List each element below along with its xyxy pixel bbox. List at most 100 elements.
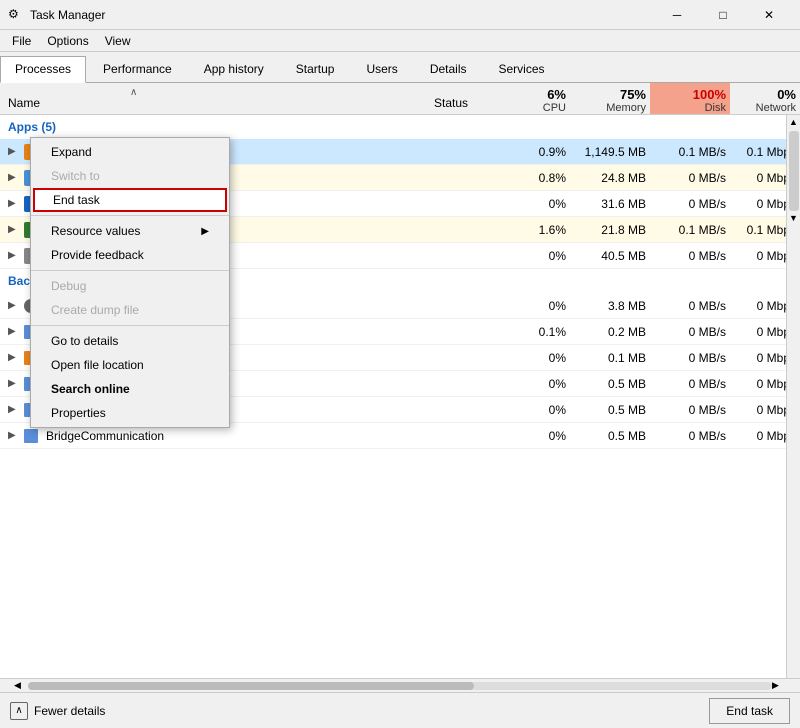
cell-cpu: 0%	[510, 249, 570, 263]
title-bar: ⚙ Task Manager ─ □ ✕	[0, 0, 800, 30]
cell-disk: 0 MB/s	[650, 249, 730, 263]
expand-icon: ▶	[8, 250, 20, 261]
expand-icon: ▶	[8, 146, 20, 157]
ctx-separator	[31, 270, 229, 271]
cell-name: ▶ BridgeCommunication	[0, 429, 430, 443]
cell-disk: 0 MB/s	[650, 403, 730, 417]
cell-cpu: 0%	[510, 403, 570, 417]
vertical-scrollbar[interactable]: ▲ ▼	[786, 115, 800, 678]
ctx-search-online[interactable]: Search online	[31, 377, 229, 401]
cell-memory: 1,149.5 MB	[570, 145, 650, 159]
cell-cpu: 0.8%	[510, 171, 570, 185]
tab-performance[interactable]: Performance	[88, 56, 187, 82]
cell-disk: 0 MB/s	[650, 377, 730, 391]
end-task-button[interactable]: End task	[709, 698, 790, 724]
tab-app-history[interactable]: App history	[189, 56, 279, 82]
cell-disk: 0.1 MB/s	[650, 223, 730, 237]
expand-icon: ▶	[8, 378, 20, 389]
scroll-thumb[interactable]	[789, 131, 799, 211]
ctx-create-dump-file[interactable]: Create dump file	[31, 298, 229, 322]
tab-services[interactable]: Services	[484, 56, 560, 82]
cell-disk: 0 MB/s	[650, 429, 730, 443]
scroll-down-btn[interactable]: ▼	[789, 213, 798, 223]
cell-disk: 0 MB/s	[650, 197, 730, 211]
tab-users[interactable]: Users	[351, 56, 412, 82]
menu-options[interactable]: Options	[39, 32, 96, 50]
col-header-network[interactable]: 0% Network	[730, 83, 800, 114]
sort-arrow: ∧	[130, 87, 137, 98]
bottom-bar: ∧ Fewer details End task	[0, 692, 800, 728]
cell-cpu: 0.1%	[510, 325, 570, 339]
menu-file[interactable]: File	[4, 32, 39, 50]
expand-icon: ▶	[8, 224, 20, 235]
hscroll-thumb[interactable]	[28, 682, 474, 690]
col-header-cpu[interactable]: 6% CPU	[510, 83, 570, 114]
expand-icon: ▶	[8, 430, 20, 441]
tab-startup[interactable]: Startup	[281, 56, 350, 82]
col-header-disk[interactable]: 100% Disk	[650, 83, 730, 114]
col-header-status[interactable]: Status	[430, 83, 510, 114]
fewer-details-button[interactable]: ∧ Fewer details	[10, 702, 105, 720]
cell-cpu: 0.9%	[510, 145, 570, 159]
ctx-provide-feedback[interactable]: Provide feedback	[31, 243, 229, 267]
cell-cpu: 0%	[510, 429, 570, 443]
ctx-properties[interactable]: Properties	[31, 401, 229, 425]
ctx-go-to-details[interactable]: Go to details	[31, 329, 229, 353]
cell-disk: 0 MB/s	[650, 171, 730, 185]
cell-memory: 0.5 MB	[570, 429, 650, 443]
cell-memory: 31.6 MB	[570, 197, 650, 211]
cell-cpu: 1.6%	[510, 223, 570, 237]
cell-cpu: 0%	[510, 351, 570, 365]
submenu-arrow-icon: ▶	[201, 226, 209, 237]
col-header-name[interactable]: Name	[0, 83, 430, 114]
cell-memory: 21.8 MB	[570, 223, 650, 237]
horizontal-scrollbar[interactable]: ◀ ▶	[0, 678, 800, 692]
ctx-debug[interactable]: Debug	[31, 274, 229, 298]
cell-memory: 0.5 MB	[570, 403, 650, 417]
context-menu: Expand Switch to End task Resource value…	[30, 137, 230, 428]
close-button[interactable]: ✕	[746, 0, 792, 30]
expand-icon: ▶	[8, 172, 20, 183]
cell-disk: 0 MB/s	[650, 325, 730, 339]
expand-icon: ▶	[8, 326, 20, 337]
cell-cpu: 0%	[510, 197, 570, 211]
menu-view[interactable]: View	[97, 32, 139, 50]
apps-section-header: Apps (5)	[0, 115, 800, 139]
table-body: Apps (5) ▶ C 0.9% 1,149.5 MB 0.1 MB/s 0.…	[0, 115, 800, 678]
expand-icon: ▶	[8, 198, 20, 209]
window-title: Task Manager	[30, 8, 654, 22]
scroll-up-btn[interactable]: ▲	[789, 117, 798, 127]
hscroll-left-btn[interactable]: ◀	[14, 680, 28, 691]
cell-memory: 3.8 MB	[570, 299, 650, 313]
expand-icon: ▶	[8, 404, 20, 415]
ctx-expand[interactable]: Expand	[31, 140, 229, 164]
tab-bar: Processes Performance App history Startu…	[0, 52, 800, 83]
col-header-memory[interactable]: 75% Memory	[570, 83, 650, 114]
cell-memory: 24.8 MB	[570, 171, 650, 185]
app-icon	[24, 429, 38, 443]
tab-details[interactable]: Details	[415, 56, 482, 82]
cell-cpu: 0%	[510, 377, 570, 391]
cell-disk: 0 MB/s	[650, 351, 730, 365]
fewer-details-icon: ∧	[10, 702, 28, 720]
tab-processes[interactable]: Processes	[0, 56, 86, 83]
menu-bar: File Options View	[0, 30, 800, 52]
expand-icon: ▶	[8, 352, 20, 363]
cell-memory: 0.5 MB	[570, 377, 650, 391]
maximize-button[interactable]: □	[700, 0, 746, 30]
column-headers: ∧ Name Status 6% CPU 75% Memory 100% Dis…	[0, 83, 800, 115]
hscroll-right-btn[interactable]: ▶	[772, 680, 786, 691]
cell-cpu: 0%	[510, 299, 570, 313]
app-icon: ⚙	[8, 7, 24, 23]
window-controls: ─ □ ✕	[654, 0, 792, 30]
ctx-end-task[interactable]: End task	[33, 188, 227, 212]
ctx-separator	[31, 215, 229, 216]
ctx-open-file-location[interactable]: Open file location	[31, 353, 229, 377]
ctx-separator	[31, 325, 229, 326]
minimize-button[interactable]: ─	[654, 0, 700, 30]
ctx-resource-values[interactable]: Resource values ▶	[31, 219, 229, 243]
cell-memory: 0.1 MB	[570, 351, 650, 365]
cell-memory: 0.2 MB	[570, 325, 650, 339]
cell-disk: 0 MB/s	[650, 299, 730, 313]
ctx-switch-to[interactable]: Switch to	[31, 164, 229, 188]
